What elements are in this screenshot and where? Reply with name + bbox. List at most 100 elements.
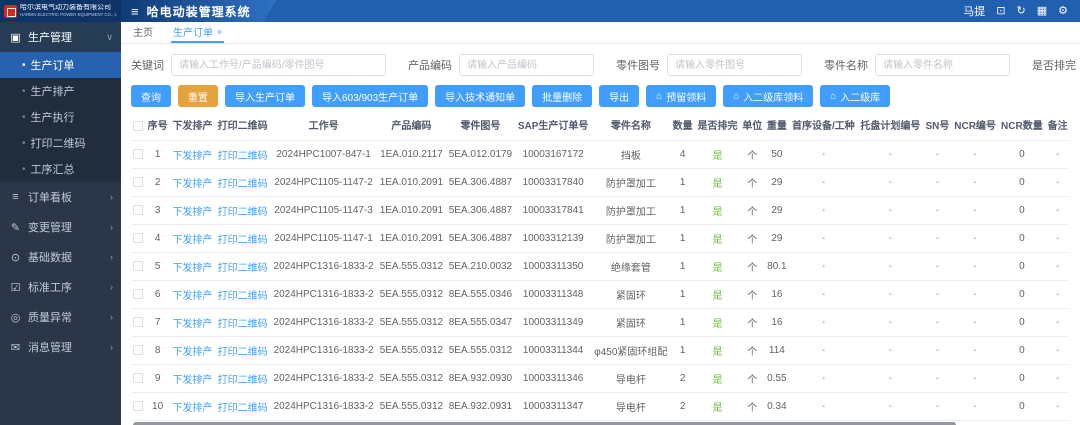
print-qrcode-link[interactable]: 打印二维码	[218, 151, 268, 162]
dispatch-link[interactable]: 下发排产	[172, 151, 212, 162]
fullscreen-icon[interactable]: ⊡	[996, 6, 1005, 17]
cell-first-device: -	[789, 280, 857, 308]
row-checkbox[interactable]	[133, 177, 143, 187]
col-header-product-code: 产品编码	[377, 115, 446, 140]
sidebar-item-base-data[interactable]: ⊙基础数据›	[0, 242, 121, 272]
batch-delete-button[interactable]: 批量删除	[532, 85, 592, 107]
horizontal-scrollbar[interactable]	[131, 421, 1070, 425]
top-header: 哈尔滨电气动力装备有限公司 HARBIN ELECTRIC POWER EQUI…	[0, 0, 1080, 22]
sidebar-subitem-label: 打印二维码	[31, 135, 86, 151]
cell-sap-order-no: 10003311349	[515, 308, 591, 336]
cell-remark: -	[1045, 252, 1070, 280]
dispatch-link[interactable]: 下发排产	[172, 235, 212, 246]
order-board-icon: ≡	[8, 191, 23, 203]
cell-sn-no: -	[923, 140, 952, 168]
sidebar-item-standard-process[interactable]: ☑标准工序›	[0, 272, 121, 302]
settings-gear-icon[interactable]: ⚙	[1058, 6, 1068, 17]
dispatch-link[interactable]: 下发排产	[172, 207, 212, 218]
chevron-right-icon: ›	[110, 282, 113, 292]
username[interactable]: 马提	[963, 3, 985, 19]
export-button[interactable]: 导出	[599, 85, 639, 107]
print-qrcode-link[interactable]: 打印二维码	[218, 263, 268, 274]
cell-pallet-plan-no: -	[858, 336, 924, 364]
col-header-sap-order-no: SAP生产订单号	[515, 115, 591, 140]
cell-work-no: 2024HPC1316-1833-2	[270, 364, 377, 392]
select-all-checkbox[interactable]	[133, 121, 143, 131]
row-checkbox[interactable]	[133, 261, 143, 271]
table-row: 8下发排产打印二维码2024HPC1316-1833-25EA.555.0312…	[131, 336, 1070, 364]
print-qrcode-link[interactable]: 打印二维码	[218, 347, 268, 358]
row-checkbox[interactable]	[133, 289, 143, 299]
row-checkbox[interactable]	[133, 373, 143, 383]
tab-home[interactable]: 主页	[131, 22, 155, 43]
col-header-weight: 重量	[765, 115, 790, 140]
sidebar-item-message-mgmt[interactable]: ✉消息管理›	[0, 332, 121, 362]
cell-weight: 16	[765, 308, 790, 336]
sidebar-item-production-mgmt[interactable]: ▣生产管理∨	[0, 22, 121, 52]
sidebar-subitem-production-order[interactable]: •生产订单	[0, 52, 121, 78]
reserve-picking-button[interactable]: ⌂预留领料	[646, 85, 716, 107]
print-qrcode-link[interactable]: 打印二维码	[218, 291, 268, 302]
scrollbar-thumb[interactable]	[133, 422, 956, 425]
cell-work-no: 2024HPC1316-1833-2	[270, 280, 377, 308]
warehouse-icon: ⌂	[656, 91, 662, 102]
secondary-store-button[interactable]: ⌂入二级库	[820, 85, 890, 107]
dispatch-link[interactable]: 下发排产	[172, 403, 212, 414]
sidebar-item-quality-exception[interactable]: ◎质量异常›	[0, 302, 121, 332]
sidebar-subitem-production-execution[interactable]: •生产执行	[0, 104, 121, 130]
dispatch-link[interactable]: 下发排产	[172, 375, 212, 386]
cell-scheduled: 是	[695, 168, 740, 196]
sidebar-item-change-mgmt[interactable]: ✎变更管理›	[0, 212, 121, 242]
cell-first-device: -	[789, 364, 857, 392]
cell-product-code: 1EA.010.2091	[377, 168, 446, 196]
collapse-sidebar-icon[interactable]: ≡	[131, 5, 139, 18]
cell-unit: 个	[740, 336, 765, 364]
import-orders-button[interactable]: 导入生产订单	[225, 85, 305, 107]
import-tech-notice-button[interactable]: 导入技术通知单	[435, 85, 525, 107]
cell-first-device: -	[789, 140, 857, 168]
row-checkbox[interactable]	[133, 149, 143, 159]
row-checkbox[interactable]	[133, 317, 143, 327]
row-checkbox[interactable]	[133, 233, 143, 243]
import-603-903-button[interactable]: 导入603/903生产订单	[312, 85, 428, 107]
part-name-input[interactable]	[875, 54, 1010, 76]
row-checkbox[interactable]	[133, 345, 143, 355]
print-qrcode-link[interactable]: 打印二维码	[218, 179, 268, 190]
cell-ncr-qty: 0	[998, 308, 1045, 336]
close-tab-icon[interactable]: ×	[217, 27, 222, 37]
sidebar-subitem-print-qrcode[interactable]: •打印二维码	[0, 130, 121, 156]
production-icon: ▣	[8, 31, 23, 44]
apps-grid-icon[interactable]: ▦	[1037, 6, 1047, 17]
dispatch-link[interactable]: 下发排产	[172, 263, 212, 274]
print-qrcode-link[interactable]: 打印二维码	[218, 235, 268, 246]
row-checkbox[interactable]	[133, 205, 143, 215]
keyword-input[interactable]	[171, 54, 386, 76]
cell-qty: 2	[670, 364, 695, 392]
cell-product-code: 5EA.555.0312	[377, 252, 446, 280]
product-code-input[interactable]	[459, 54, 594, 76]
reset-button[interactable]: 重置	[178, 85, 218, 107]
sidebar-subitem-production-scheduling[interactable]: •生产排产	[0, 78, 121, 104]
dispatch-link[interactable]: 下发排产	[172, 291, 212, 302]
tab-production-order[interactable]: 生产订单 ×	[171, 22, 224, 43]
sidebar-subitem-process-summary[interactable]: •工序汇总	[0, 156, 121, 182]
company-logo: 哈尔滨电气动力装备有限公司 HARBIN ELECTRIC POWER EQUI…	[0, 0, 121, 22]
cell-first-device: -	[789, 336, 857, 364]
col-header-seq: 序号	[145, 115, 170, 140]
print-qrcode-link[interactable]: 打印二维码	[218, 375, 268, 386]
cell-product-code: 1EA.010.2091	[377, 224, 446, 252]
dispatch-link[interactable]: 下发排产	[172, 319, 212, 330]
sidebar-item-order-board[interactable]: ≡订单看板›	[0, 182, 121, 212]
row-checkbox[interactable]	[133, 401, 143, 411]
print-qrcode-link[interactable]: 打印二维码	[218, 207, 268, 218]
print-qrcode-link[interactable]: 打印二维码	[218, 319, 268, 330]
dispatch-link[interactable]: 下发排产	[172, 179, 212, 190]
cell-work-no: 2024HPC1105-1147-2	[270, 168, 377, 196]
row-select-cell	[131, 196, 145, 224]
search-button[interactable]: 查询	[131, 85, 171, 107]
refresh-icon[interactable]: ↻	[1017, 6, 1026, 17]
print-qrcode-link[interactable]: 打印二维码	[218, 403, 268, 414]
dispatch-link[interactable]: 下发排产	[172, 347, 212, 358]
secondary-store-picking-button[interactable]: ⌂入二级库领料	[723, 85, 813, 107]
part-drawing-no-input[interactable]	[667, 54, 802, 76]
